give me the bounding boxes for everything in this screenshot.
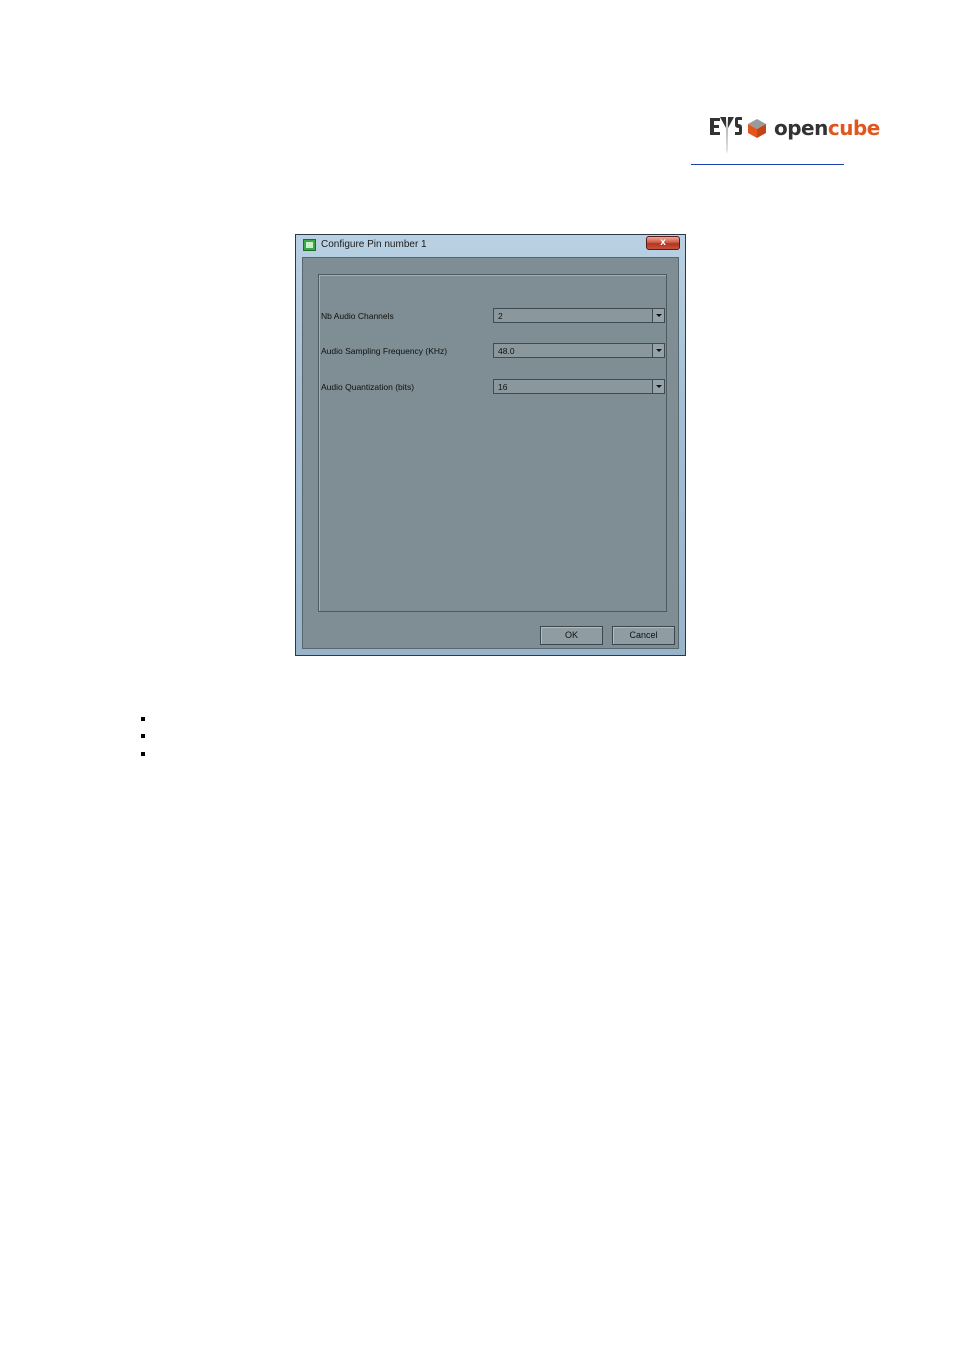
chevron-down-icon[interactable] [652,344,664,357]
chevron-down-icon[interactable] [652,380,664,393]
audio-quantization-select[interactable]: 16 [493,379,665,394]
logo-wordmark-cube: cube [827,116,880,140]
cancel-button[interactable]: Cancel [612,626,675,645]
close-icon: x [660,237,666,248]
audio-quantization-label: Audio Quantization (bits) [321,382,415,392]
settings-group-box: Nb Audio Channels 2 Audio Sampling Frequ… [318,274,667,612]
evs-opencube-logo: opencube [708,112,880,156]
nb-audio-channels-select[interactable]: 2 [493,308,665,323]
bullet-marker [141,717,145,721]
ok-button[interactable]: OK [540,626,603,645]
dialog-client-area: Nb Audio Channels 2 Audio Sampling Frequ… [302,257,679,649]
audio-quantization-value: 16 [498,382,508,392]
audio-sampling-frequency-value: 48.0 [498,346,515,356]
close-button[interactable]: x [646,236,680,250]
logo-wordmark-open: open [774,116,828,140]
bullet-marker [141,752,145,756]
audio-sampling-frequency-select[interactable]: 48.0 [493,343,665,358]
configure-pin-dialog: Configure Pin number 1 x Nb Audio Channe… [295,234,686,656]
audio-sampling-frequency-label: Audio Sampling Frequency (KHz) [321,346,448,356]
header-rule [691,164,844,165]
dialog-titlebar[interactable]: Configure Pin number 1 x [296,235,685,257]
nb-audio-channels-label: Nb Audio Channels [321,311,394,321]
logo-wordmark: opencube [774,114,880,142]
app-window-icon [303,239,316,251]
nb-audio-channels-value: 2 [498,311,503,321]
chevron-down-icon[interactable] [652,309,664,322]
bullet-marker [141,734,145,738]
dialog-title: Configure Pin number 1 [321,239,427,250]
evs-emblem-icon [710,117,766,154]
